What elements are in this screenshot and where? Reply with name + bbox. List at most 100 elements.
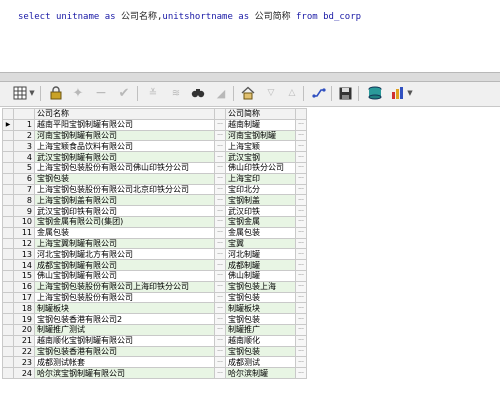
cell-company-short[interactable]: 金属包装 xyxy=(225,226,296,239)
cell-company-name[interactable]: 佛山宝钢制罐有限公司 xyxy=(34,269,215,282)
table-row[interactable]: 20 制罐推广测试 ··· 制罐推广 ··· xyxy=(2,323,307,336)
cell-company-name[interactable]: 宝钢包装 xyxy=(34,172,215,185)
cell-ellipsis-button[interactable]: ··· xyxy=(295,280,307,293)
cell-ellipsis-button[interactable]: ··· xyxy=(214,323,226,336)
cell-company-short[interactable]: 河北制罐 xyxy=(225,248,296,261)
table-row[interactable]: 16 上海宝钢包装股份有限公司上海印铁分公司 ··· 宝钢包装上海 ··· xyxy=(2,280,307,293)
cell-company-name[interactable]: 上海宝钢包装股份有限公司北京印铁分公司 xyxy=(34,183,215,196)
cell-ellipsis-button[interactable]: ··· xyxy=(295,291,307,304)
cell-ellipsis-button[interactable]: ··· xyxy=(214,194,226,207)
row-indicator[interactable] xyxy=(2,161,14,174)
cell-ellipsis-button[interactable]: ··· xyxy=(295,302,307,315)
row-indicator[interactable] xyxy=(2,269,14,282)
cell-ellipsis-button[interactable]: ··· xyxy=(214,118,226,131)
cell-ellipsis-button[interactable]: ··· xyxy=(295,367,307,379)
table-row[interactable]: 11 金属包装 ··· 金属包装 ··· xyxy=(2,226,307,239)
dropdown-arrow-icon[interactable]: ▼ xyxy=(28,85,36,101)
cell-ellipsis-button[interactable]: ··· xyxy=(295,334,307,347)
cell-company-name[interactable]: 成都测试帐套 xyxy=(34,356,215,369)
table-row[interactable]: 21 越南顺化宝钢制罐有限公司 ··· 越南顺化 ··· xyxy=(2,334,307,347)
table-row[interactable]: 19 宝钢包装香港有限公司2 ··· 宝钢包装 ··· xyxy=(2,313,307,325)
cell-company-name[interactable]: 武汉宝钢制罐有限公司 xyxy=(34,151,215,163)
row-indicator[interactable] xyxy=(2,345,14,358)
eraser-icon[interactable]: ◢ xyxy=(213,85,229,101)
cell-company-short[interactable]: 宝印北分 xyxy=(225,183,296,196)
cell-ellipsis-button[interactable]: ··· xyxy=(214,302,226,315)
cell-ellipsis-button[interactable]: ··· xyxy=(214,367,226,379)
cell-company-short[interactable]: 制罐推广 xyxy=(225,323,296,336)
move-up-icon[interactable]: △ xyxy=(284,85,300,101)
cell-company-short[interactable]: 越南顺化 xyxy=(225,334,296,347)
cell-company-name[interactable]: 宝钢包装香港有限公司 xyxy=(34,345,215,358)
cell-company-short[interactable]: 河南宝钢制罐 xyxy=(225,129,296,142)
cell-company-short[interactable]: 上海宝印 xyxy=(225,172,296,185)
table-row[interactable]: 4 武汉宝钢制罐有限公司 ··· 武汉宝钢 ··· xyxy=(2,151,307,163)
cell-company-name[interactable]: 宝钢金属有限公司(集团) xyxy=(34,215,215,228)
table-row[interactable]: 5 上海宝钢包装股份有限公司佛山印铁分公司 ··· 佛山印铁分公司 ··· xyxy=(2,161,307,174)
cell-company-name[interactable]: 越南顺化宝钢制罐有限公司 xyxy=(34,334,215,347)
lock-icon[interactable] xyxy=(48,85,64,101)
cell-company-short[interactable]: 宝钢包装上海 xyxy=(225,280,296,293)
cell-ellipsis-button[interactable]: ··· xyxy=(295,259,307,271)
sql-query-text[interactable]: select unitname as 公司名称,unitshortname as… xyxy=(18,9,361,22)
row-indicator[interactable] xyxy=(2,140,14,153)
link-icon[interactable] xyxy=(311,85,327,101)
table-row[interactable]: 17 上海宝钢包装股份有限公司 ··· 宝钢包装 ··· xyxy=(2,291,307,304)
table-row[interactable]: ▶ 1 越南平阳宝钢制罐有限公司 ··· 越南制罐 ··· xyxy=(2,118,307,131)
cell-ellipsis-button[interactable]: ··· xyxy=(214,291,226,304)
cell-ellipsis-button[interactable]: ··· xyxy=(295,226,307,239)
row-indicator[interactable] xyxy=(2,367,14,379)
row-indicator[interactable] xyxy=(2,323,14,336)
cell-ellipsis-button[interactable]: ··· xyxy=(295,345,307,358)
row-indicator[interactable]: ▶ xyxy=(2,118,14,131)
cell-ellipsis-button[interactable]: ··· xyxy=(214,205,226,217)
cell-company-name[interactable]: 上海宝钢包装股份有限公司上海印铁分公司 xyxy=(34,280,215,293)
database-icon[interactable] xyxy=(367,85,383,101)
cell-company-name[interactable]: 河南宝钢制罐有限公司 xyxy=(34,129,215,142)
table-row[interactable]: 24 哈尔滨宝钢制罐有限公司 ··· 哈尔滨制罐 ··· xyxy=(2,367,307,379)
cell-ellipsis-button[interactable]: ··· xyxy=(214,259,226,271)
cell-company-name[interactable]: 武汉宝钢印铁有限公司 xyxy=(34,205,215,217)
cell-ellipsis-button[interactable]: ··· xyxy=(214,161,226,174)
cell-ellipsis-button[interactable]: ··· xyxy=(295,269,307,282)
cell-company-short[interactable]: 制罐板块 xyxy=(225,302,296,315)
row-indicator[interactable] xyxy=(2,280,14,293)
row-indicator[interactable] xyxy=(2,172,14,185)
cell-company-name[interactable]: 哈尔滨宝钢制罐有限公司 xyxy=(34,367,215,379)
cell-ellipsis-button[interactable]: ··· xyxy=(295,215,307,228)
cell-ellipsis-button[interactable]: ··· xyxy=(295,183,307,196)
cell-ellipsis-button[interactable]: ··· xyxy=(214,183,226,196)
cell-company-name[interactable]: 宝钢包装香港有限公司2 xyxy=(34,313,215,325)
cell-ellipsis-button[interactable]: ··· xyxy=(295,161,307,174)
cell-ellipsis-button[interactable]: ··· xyxy=(295,356,307,369)
cell-ellipsis-button[interactable]: ··· xyxy=(295,118,307,131)
cell-ellipsis-button[interactable]: ··· xyxy=(214,356,226,369)
cell-company-short[interactable]: 佛山印铁分公司 xyxy=(225,161,296,174)
cell-ellipsis-button[interactable]: ··· xyxy=(214,334,226,347)
cell-ellipsis-button[interactable]: ··· xyxy=(295,248,307,261)
cell-company-short[interactable]: 宝钢包装 xyxy=(225,313,296,325)
result-grid[interactable]: 公司名称 公司简称 ▶ 1 越南平阳宝钢制罐有限公司 ··· 越南制罐 ··· 2 河南宝钢制… xyxy=(2,108,492,413)
column-header-name[interactable]: 公司名称 xyxy=(34,108,215,120)
cell-company-short[interactable]: 成都测试 xyxy=(225,356,296,369)
home-icon[interactable] xyxy=(240,85,256,101)
chart-icon[interactable] xyxy=(390,85,406,101)
cell-company-short[interactable]: 上海宝颖 xyxy=(225,140,296,153)
row-indicator[interactable] xyxy=(2,237,14,250)
row-indicator[interactable] xyxy=(2,248,14,261)
cell-ellipsis-button[interactable]: ··· xyxy=(295,323,307,336)
filter-clear-icon[interactable]: ≋ xyxy=(168,85,184,101)
cell-ellipsis-button[interactable]: ··· xyxy=(214,313,226,325)
cell-ellipsis-button[interactable]: ··· xyxy=(214,237,226,250)
row-indicator[interactable] xyxy=(2,356,14,369)
cell-company-name[interactable]: 上海宝钢包装股份有限公司 xyxy=(34,291,215,304)
table-row[interactable]: 14 成都宝钢制罐有限公司 ··· 成都制罐 ··· xyxy=(2,259,307,271)
table-row[interactable]: 15 佛山宝钢制罐有限公司 ··· 佛山制罐 ··· xyxy=(2,269,307,282)
cell-company-name[interactable]: 制罐板块 xyxy=(34,302,215,315)
cell-ellipsis-button[interactable]: ··· xyxy=(295,237,307,250)
add-row-icon[interactable]: ✦ xyxy=(70,85,86,101)
table-row[interactable]: 6 宝钢包装 ··· 上海宝印 ··· xyxy=(2,172,307,185)
cell-company-short[interactable]: 佛山制罐 xyxy=(225,269,296,282)
cell-ellipsis-button[interactable]: ··· xyxy=(214,269,226,282)
cell-ellipsis-button[interactable]: ··· xyxy=(214,172,226,185)
